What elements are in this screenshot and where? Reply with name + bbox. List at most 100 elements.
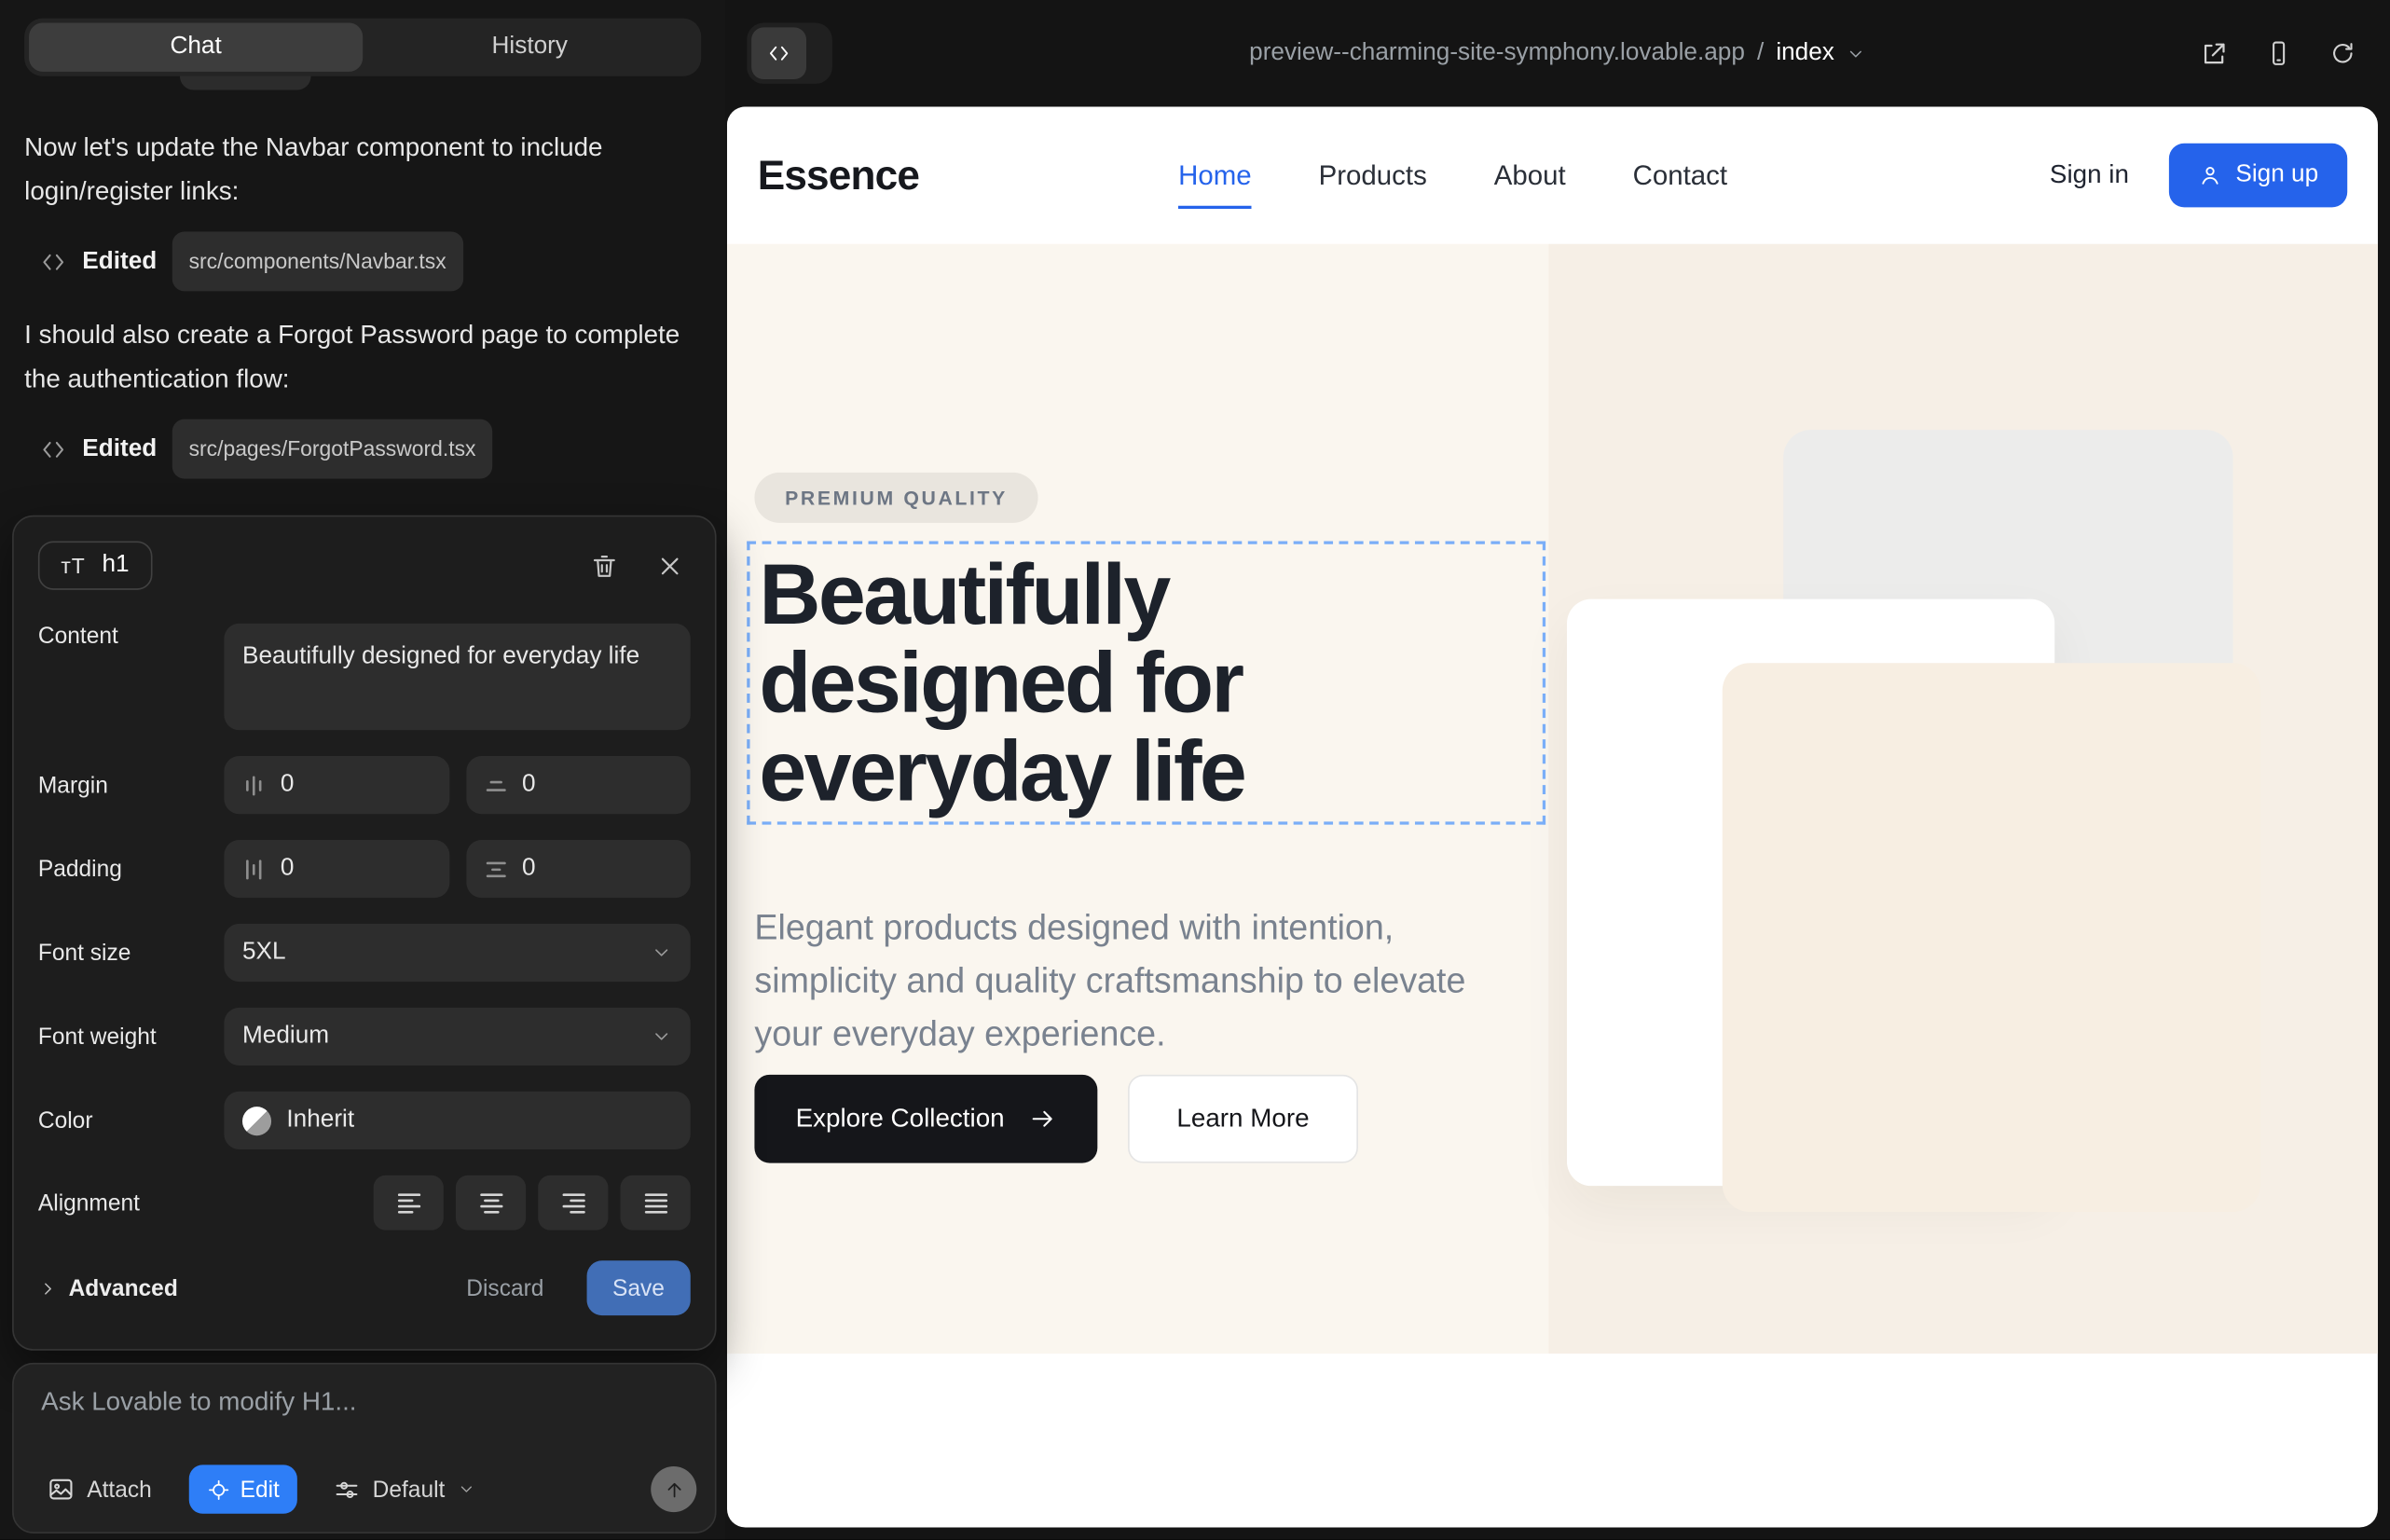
hero-section: PREMIUM QUALITY Beautifully designed for… [727,244,2378,1354]
hero-heading-selected[interactable]: Beautifully designed for everyday life [747,541,1545,824]
app-window: Chat History Now let's update the Navbar… [0,0,2390,1540]
url-page: index [1776,40,1834,67]
crosshair-icon [207,1478,230,1501]
edit-mode-button[interactable]: Edit [188,1464,298,1513]
url-separator: / [1757,40,1764,67]
site-navbar: Essence Home Products About Contact Sign… [727,106,2378,243]
align-center-button[interactable] [456,1176,526,1231]
nav-link-about[interactable]: About [1494,159,1566,191]
site-preview: Essence Home Products About Contact Sign… [727,106,2378,1527]
builder-sidebar: Chat History Now let's update the Navbar… [0,0,725,1540]
preview-topbar: preview--charming-site-symphony.lovable.… [725,0,2390,106]
model-default-button[interactable]: Default [325,1475,485,1504]
padding-label: Padding [38,856,224,882]
chevron-down-icon [457,1480,475,1499]
padding-vertical-input[interactable]: 0 [466,840,691,898]
padding-horizontal-input[interactable]: 0 [224,840,448,898]
align-left-icon [395,1189,421,1216]
editor-footer: Advanced Discard Save [38,1260,691,1315]
font-weight-label: Font weight [38,1024,224,1050]
close-editor-button[interactable] [650,545,691,586]
open-in-new-tab-button[interactable] [2196,35,2232,71]
code-icon [40,435,67,462]
text-size-icon: тT [61,554,85,578]
decor-card-cream [1723,663,2260,1212]
sign-up-button[interactable]: Sign up [2168,144,2347,208]
color-row: Color Inherit [38,1092,691,1149]
color-select[interactable]: Inherit [224,1092,690,1149]
save-button[interactable]: Save [586,1260,691,1315]
tab-chat[interactable]: Chat [29,23,363,72]
refresh-icon [2329,40,2356,67]
nav-link-products[interactable]: Products [1319,159,1427,191]
sliders-icon [335,1477,361,1503]
chevron-right-icon [38,1278,58,1298]
edit-action-label: Edited [82,427,157,471]
quality-badge: PREMIUM QUALITY [754,473,1037,523]
send-button[interactable] [651,1466,696,1512]
trash-icon [590,551,619,580]
align-center-icon [478,1189,504,1216]
site-nav-links: Home Products About Contact [1178,159,1727,191]
learn-more-button[interactable]: Learn More [1128,1075,1358,1163]
sign-in-link[interactable]: Sign in [2050,160,2129,191]
font-size-label: Font size [38,940,224,966]
device-preview-button[interactable] [2262,36,2296,70]
content-input[interactable]: Beautifully designed for everyday life [224,624,690,730]
content-label: Content [38,624,224,650]
preview-pane: preview--charming-site-symphony.lovable.… [725,0,2390,1540]
attach-button[interactable]: Attach [38,1474,161,1505]
nav-link-home[interactable]: Home [1178,159,1252,191]
align-left-button[interactable] [374,1176,444,1231]
site-logo[interactable]: Essence [758,152,919,199]
chevron-down-icon [1847,44,1866,63]
edit-action-label: Edited [82,240,157,283]
align-right-icon [560,1189,586,1216]
preview-url-bar[interactable]: preview--charming-site-symphony.lovable.… [725,0,2390,106]
file-edit-entry: Edited src/pages/ForgotPassword.tsx [40,419,705,479]
hero-cta-row: Explore Collection Learn More [754,1075,1357,1163]
advanced-toggle[interactable]: Advanced [38,1275,178,1301]
padding-vertical-icon [484,858,507,881]
chevron-down-icon [651,1025,672,1047]
margin-vertical-input[interactable]: 0 [466,756,691,814]
padding-horizontal-icon [242,858,266,881]
margin-vertical-icon [484,774,507,797]
image-icon [48,1476,75,1503]
external-link-icon [2200,39,2229,68]
selected-element-pill[interactable]: тT h1 [38,541,152,589]
refresh-button[interactable] [2326,36,2359,70]
prompt-input[interactable] [38,1385,691,1419]
margin-row: Margin 0 0 [38,756,691,814]
arrow-up-icon [662,1478,685,1501]
color-swatch [242,1106,271,1134]
font-size-select[interactable]: 5XL [224,924,690,982]
hero-paragraph: Elegant products designed with intention… [754,901,1504,1061]
nav-link-contact[interactable]: Contact [1633,159,1727,191]
arrow-right-icon [1029,1106,1056,1133]
close-icon [655,551,684,580]
explore-collection-button[interactable]: Explore Collection [754,1075,1097,1163]
align-justify-icon [642,1189,668,1216]
content-row: Content Beautifully designed for everyda… [38,624,691,730]
file-chip[interactable]: src/components/Navbar.tsx [172,232,463,292]
smartphone-icon [2265,40,2292,67]
composer-toolbar: Attach Edit Default [38,1464,696,1513]
editor-header: тT h1 [38,538,691,593]
alignment-row: Alignment [38,1176,691,1231]
assistant-message: Now let's update the Navbar component to… [24,125,704,213]
selected-element-tag: h1 [103,552,130,579]
tab-history[interactable]: History [363,23,696,72]
element-style-editor: тT h1 Content [12,516,716,1351]
align-justify-button[interactable] [621,1176,691,1231]
margin-horizontal-input[interactable]: 0 [224,756,448,814]
delete-element-button[interactable] [584,545,625,586]
padding-row: Padding 0 0 [38,840,691,898]
align-right-button[interactable] [538,1176,608,1231]
preview-actions [2196,0,2359,106]
file-chip[interactable]: src/pages/ForgotPassword.tsx [172,419,493,479]
discard-button[interactable]: Discard [457,1273,553,1302]
site-auth: Sign in Sign up [2050,144,2347,208]
url-host: preview--charming-site-symphony.lovable.… [1249,40,1745,67]
font-weight-select[interactable]: Medium [224,1008,690,1066]
